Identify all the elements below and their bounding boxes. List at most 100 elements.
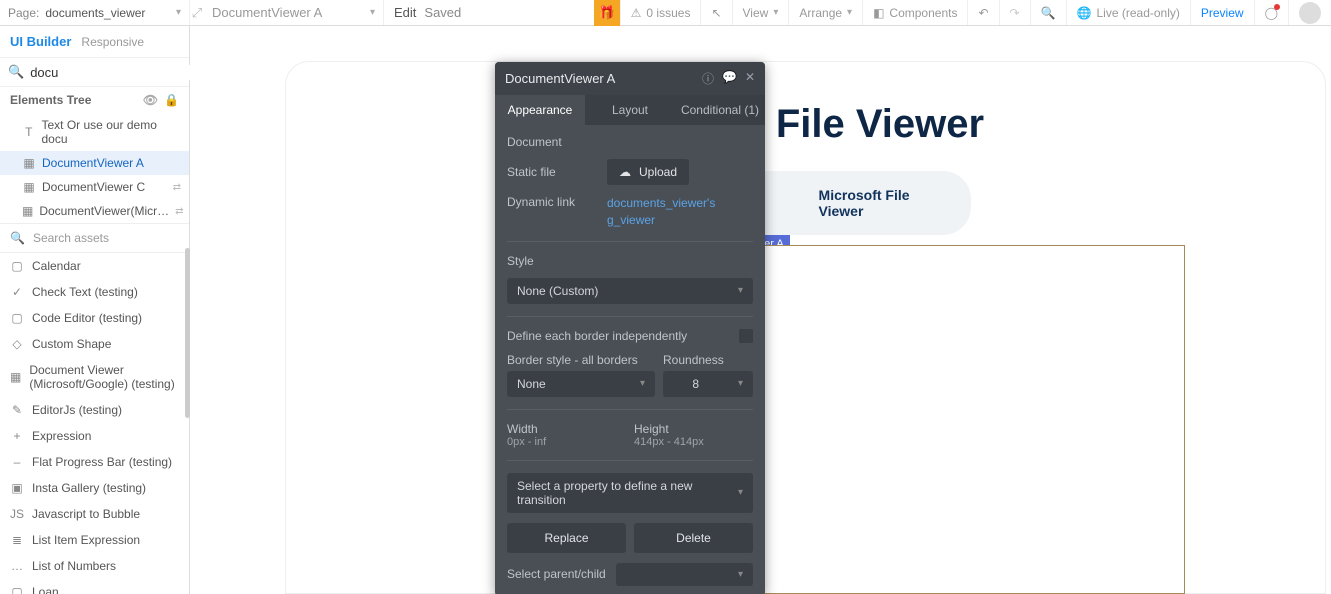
tree-item-label: Text Or use our demo docu <box>42 118 182 146</box>
asset-label: List Item Expression <box>32 533 140 547</box>
asset-item[interactable]: ✎EditorJs (testing) <box>0 397 189 423</box>
asset-label: Javascript to Bubble <box>32 507 140 521</box>
select-parent-select[interactable]: ▾ <box>616 563 753 586</box>
tree-item[interactable]: ▦DocumentViewer(Micr…⇄ <box>0 199 189 223</box>
chevron-down-icon: ▾ <box>773 7 778 18</box>
roundness-input[interactable]: 8▾ <box>663 371 753 397</box>
link-icon: ⇄ <box>173 182 181 193</box>
redo-button[interactable]: ↷ <box>999 0 1030 25</box>
globe-icon: 🌐 <box>1077 6 1092 20</box>
asset-icon: ▢ <box>10 585 24 594</box>
asset-label: Code Editor (testing) <box>32 311 142 325</box>
border-style-label: Border style - all borders <box>507 353 655 367</box>
edit-menu[interactable]: Edit <box>394 5 416 20</box>
comment-icon[interactable]: 💬 <box>722 70 737 87</box>
tree-search-input[interactable] <box>30 65 206 80</box>
live-status[interactable]: 🌐 Live (read-only) <box>1066 0 1190 25</box>
lock-icon[interactable]: 🔒 <box>164 93 179 107</box>
style-label: Style <box>507 254 753 268</box>
tab-microsoft[interactable]: Microsoft File Viewer <box>819 187 951 219</box>
pe-title: DocumentViewer A <box>505 71 615 86</box>
search-icon: 🔍 <box>8 64 24 80</box>
asset-icon: … <box>10 559 24 573</box>
asset-icon: ≣ <box>10 533 24 547</box>
tab-conditional[interactable]: Conditional (1) <box>675 95 765 125</box>
tab-appearance[interactable]: Appearance <box>495 95 585 125</box>
upload-button[interactable]: ☁ Upload <box>607 159 689 185</box>
asset-item[interactable]: … List of Numbers <box>0 553 189 579</box>
height-label: Height <box>634 422 753 436</box>
dynamic-link-value[interactable]: documents_viewer's g_viewer <box>607 195 753 229</box>
help-button[interactable]: ◯ <box>1254 0 1288 25</box>
arrange-menu[interactable]: Arrange▾ <box>788 0 862 25</box>
define-border-checkbox[interactable] <box>739 329 753 343</box>
border-style-select[interactable]: None▾ <box>507 371 655 397</box>
chevron-down-icon: ▾ <box>738 569 743 580</box>
view-menu[interactable]: View▾ <box>732 0 789 25</box>
search-button[interactable]: 🔍 <box>1030 0 1066 25</box>
style-select[interactable]: None (Custom)▾ <box>507 278 753 304</box>
tab-layout[interactable]: Layout <box>585 95 675 125</box>
asset-item[interactable]: ▢Code Editor (testing) <box>0 305 189 331</box>
asset-icon: ▦ <box>10 370 21 384</box>
asset-label: Loan <box>32 585 59 594</box>
chevron-down-icon: ▾ <box>847 7 852 18</box>
asset-item[interactable]: JSJavascript to Bubble <box>0 501 189 527</box>
asset-item[interactable]: +Expression <box>0 423 189 449</box>
asset-item[interactable]: ◇Custom Shape <box>0 331 189 357</box>
chevron-down-icon: ▾ <box>176 7 181 18</box>
search-icon: 🔍 <box>1041 6 1056 20</box>
asset-icon: ✎ <box>10 403 24 417</box>
width-label: Width <box>507 422 626 436</box>
page-selector[interactable]: Page: documents_viewer ▾ <box>0 0 190 25</box>
tree-item[interactable]: T Text Or use our demo docu <box>0 113 189 151</box>
height-value: 414px - 414px <box>634 436 753 448</box>
asset-label: Flat Progress Bar (testing) <box>32 455 172 469</box>
cube-icon: ◧ <box>873 6 884 20</box>
tree-item[interactable]: ▦DocumentViewer C⇄ <box>0 175 189 199</box>
asset-item[interactable]: ▢ Loan <box>0 579 189 594</box>
chevron-down-icon: ▾ <box>370 7 375 18</box>
undo-button[interactable]: ↶ <box>967 0 998 25</box>
ui-builder-tab[interactable]: UI Builder <box>10 34 71 49</box>
search-icon: 🔍 <box>10 231 25 245</box>
asset-item[interactable]: ▣Insta Gallery (testing) <box>0 475 189 501</box>
asset-item[interactable]: –Flat Progress Bar (testing) <box>0 449 189 475</box>
element-selector[interactable]: DocumentViewer A ▾ <box>204 0 384 25</box>
delete-button[interactable]: Delete <box>634 523 753 553</box>
element-icon: ▦ <box>22 156 36 170</box>
avatar-icon <box>1299 2 1321 24</box>
asset-item[interactable]: ✓Check Text (testing) <box>0 279 189 305</box>
asset-item[interactable]: ▢Calendar <box>0 253 189 279</box>
asset-label: List of Numbers <box>32 559 116 573</box>
responsive-tab[interactable]: Responsive <box>81 35 144 49</box>
chevron-down-icon: ▾ <box>640 378 645 389</box>
cursor-tool[interactable]: ↖ <box>700 0 731 25</box>
expand-icon[interactable]: ⤢ <box>190 5 204 21</box>
info-icon[interactable]: ⓘ <box>702 70 714 87</box>
element-icon: ▦ <box>22 180 36 194</box>
preview-link[interactable]: Preview <box>1190 0 1254 25</box>
search-assets-placeholder[interactable]: Search assets <box>33 231 109 245</box>
replace-button[interactable]: Replace <box>507 523 626 553</box>
gift-icon[interactable]: 🎁 <box>594 0 620 26</box>
asset-item[interactable]: ≣ List Item Expression <box>0 527 189 553</box>
asset-icon: ✓ <box>10 285 24 299</box>
asset-label: Insta Gallery (testing) <box>32 481 146 495</box>
asset-label: Expression <box>32 429 91 443</box>
asset-icon: ◇ <box>10 337 24 351</box>
asset-item[interactable]: ▦Document Viewer (Microsoft/Google) (tes… <box>0 357 189 397</box>
components-menu[interactable]: ◧ Components <box>862 0 967 25</box>
cursor-icon: ↖ <box>711 6 721 20</box>
issues-indicator[interactable]: ⚠ 0 issues <box>620 0 701 25</box>
select-parent-label: Select parent/child <box>507 567 606 581</box>
tree-item[interactable]: ▦DocumentViewer A <box>0 151 189 175</box>
close-icon[interactable]: ✕ <box>745 70 755 87</box>
asset-icon: ▢ <box>10 259 24 273</box>
user-avatar[interactable] <box>1288 0 1331 25</box>
eye-icon[interactable]: 👁 <box>143 93 158 107</box>
element-icon: T <box>22 125 36 139</box>
cloud-upload-icon: ☁ <box>619 165 631 179</box>
transition-select[interactable]: Select a property to define a new transi… <box>507 473 753 513</box>
page-label: Page: <box>8 6 39 20</box>
